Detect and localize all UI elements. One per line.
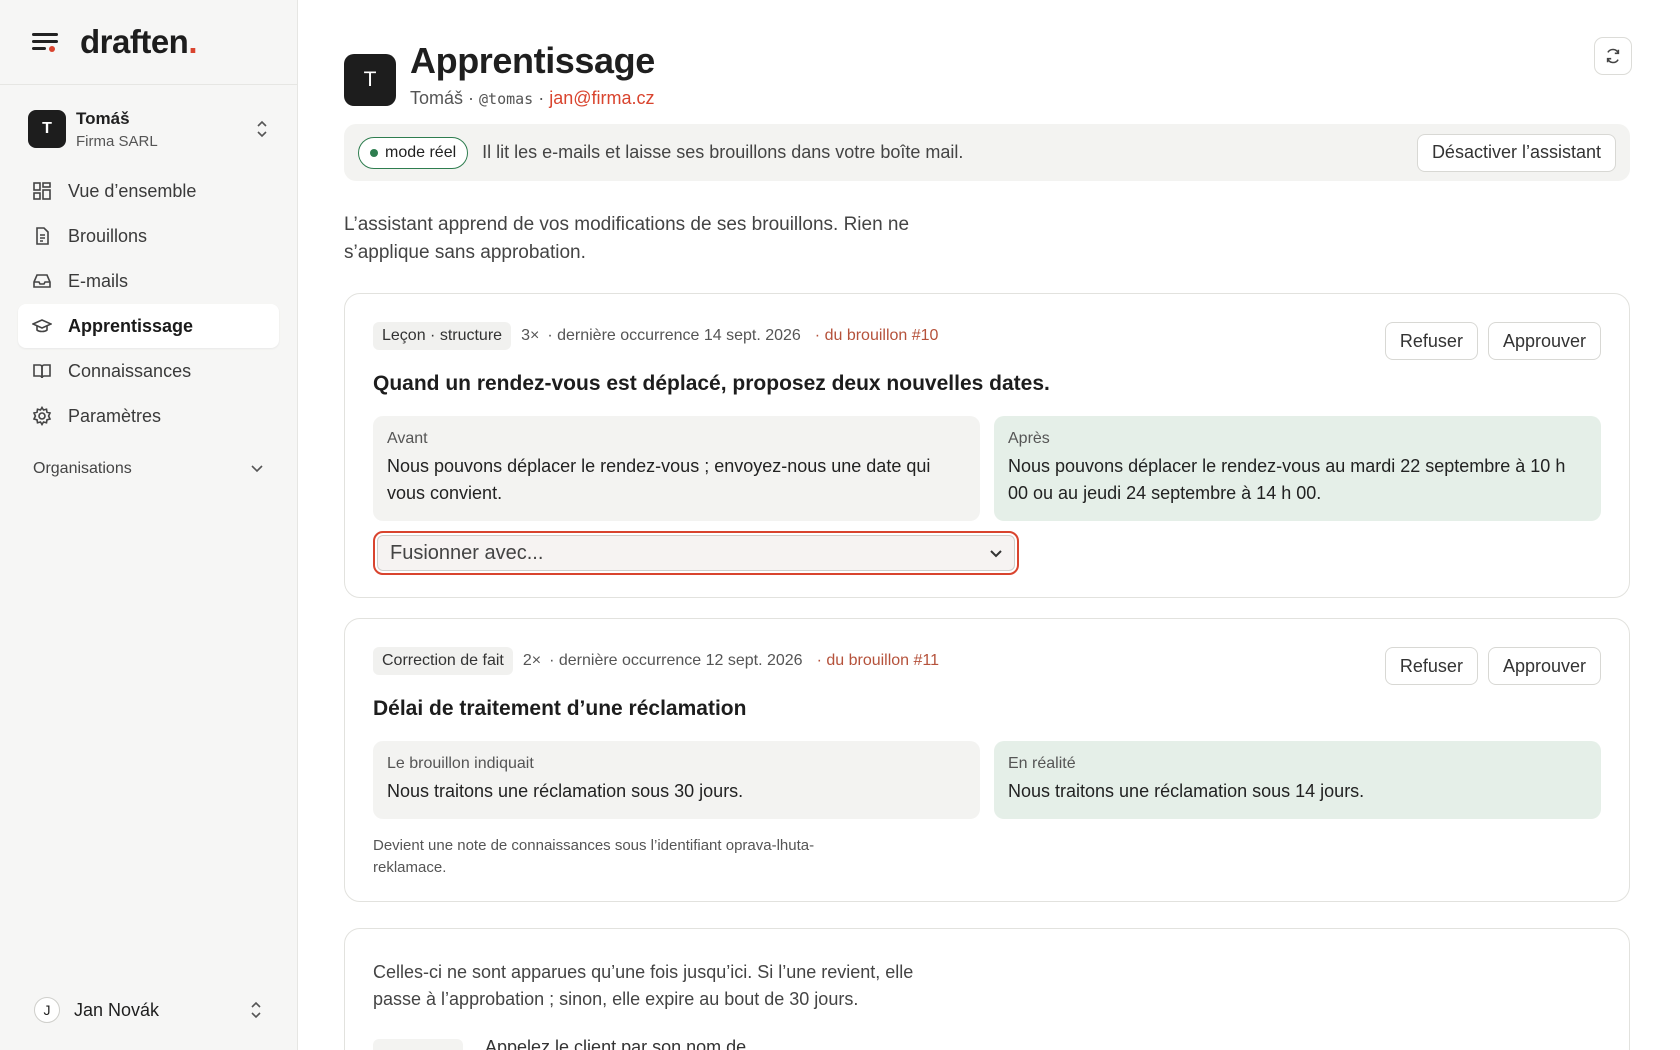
sidebar-item-learning[interactable]: Apprentissage — [18, 304, 279, 348]
merge-select-focus-ring: Fusionner avec... — [373, 531, 1019, 575]
lesson-title: Quand un rendez-vous est déplacé, propos… — [373, 372, 1050, 395]
refresh-icon — [1606, 48, 1620, 64]
lesson-tag: Leçon · structure — [373, 322, 512, 350]
mode-banner: mode réel Il lit les e-mails et laisse s… — [344, 124, 1630, 181]
logo[interactable]: draften. — [80, 23, 197, 61]
before-box: Le brouillon indiquait Nous traitons une… — [373, 741, 980, 819]
chevron-down-icon — [990, 546, 1002, 561]
reject-button[interactable]: Refuser — [1384, 647, 1478, 685]
account-name: Tomáš — [76, 108, 130, 128]
status-badge: mode réel — [358, 136, 469, 169]
graduation-cap-icon — [32, 316, 52, 336]
source-draft-link[interactable]: · du brouillon #11 — [817, 652, 939, 670]
chevron-down-icon — [251, 460, 263, 478]
account-org: Firma SARL — [76, 132, 158, 150]
chevron-updown-icon — [255, 119, 269, 139]
sidebar-nav: Vue d’ensemble Brouillons E-mails Appren… — [0, 169, 297, 438]
mode-description: Il lit les e-mails et laisse ses brouill… — [482, 142, 964, 162]
document-icon — [32, 226, 52, 246]
organisations-toggle[interactable]: Organisations — [0, 460, 297, 478]
lesson-title: Délai de traitement d’une réclamation — [373, 697, 747, 720]
app-root: draften. T Tomáš Firma SARL Vue d’ensemb… — [0, 0, 1680, 1050]
status-dot-icon — [370, 148, 378, 157]
lesson-card: Leçon · structure 3× · dernière occurren… — [344, 293, 1630, 598]
lesson-tag: Correction de fait — [373, 647, 513, 675]
merge-select[interactable]: Fusionner avec... — [377, 535, 1015, 571]
source-draft-link[interactable]: · du brouillon #10 — [815, 327, 939, 345]
knowledge-note: Devient une note de connaissances sous l… — [373, 837, 815, 876]
intro-text: L’assistant apprend de vos modifications… — [344, 214, 910, 263]
brand-bar: draften. — [0, 0, 297, 85]
page-header: T Apprentissage Tomáš · @tomas · jan@fir… — [344, 40, 1680, 109]
refresh-button[interactable] — [1594, 37, 1632, 75]
approve-button[interactable]: Approuver — [1487, 647, 1601, 685]
after-box: Après Nous pouvons déplacer le rendez-vo… — [994, 416, 1601, 521]
sidebar-item-emails[interactable]: E-mails — [18, 259, 279, 303]
list-item: Appelez le client par son nom de — [373, 1037, 1601, 1050]
sidebar-item-settings[interactable]: Paramètres — [18, 394, 279, 438]
pending-tag — [373, 1038, 463, 1050]
pending-card: Celles-ci ne sont apparues qu’une fois j… — [344, 928, 1630, 1050]
gear-icon — [32, 406, 52, 426]
user-menu[interactable]: J Jan Novák — [34, 990, 263, 1030]
account-avatar: T — [28, 110, 66, 148]
page-title: Apprentissage — [410, 40, 655, 81]
book-icon — [32, 361, 52, 381]
chevron-updown-icon — [249, 1000, 263, 1020]
lesson-card: Correction de fait 2× · dernière occurre… — [344, 618, 1630, 902]
user-name: Jan Novák — [74, 999, 160, 1020]
grid-icon — [32, 181, 52, 201]
profile-email-link[interactable]: jan@firma.cz — [549, 88, 654, 108]
sidebar-item-overview[interactable]: Vue d’ensemble — [18, 169, 279, 213]
profile-avatar: T — [344, 53, 396, 106]
user-avatar: J — [34, 997, 60, 1023]
sidebar-item-drafts[interactable]: Brouillons — [18, 214, 279, 258]
account-switcher[interactable]: T Tomáš Firma SARL — [0, 93, 297, 165]
after-box: En réalité Nous traitons une réclamation… — [994, 741, 1601, 819]
profile-line: Tomáš · @tomas · jan@firma.cz — [410, 88, 655, 108]
deactivate-assistant-button[interactable]: Désactiver l’assistant — [1416, 133, 1616, 172]
sidebar-item-knowledge[interactable]: Connaissances — [18, 349, 279, 393]
comparison: Avant Nous pouvons déplacer le rendez-vo… — [373, 416, 1601, 521]
before-box: Avant Nous pouvons déplacer le rendez-vo… — [373, 416, 980, 521]
reject-button[interactable]: Refuser — [1384, 322, 1478, 360]
comparison: Le brouillon indiquait Nous traitons une… — [373, 741, 1601, 819]
pending-description: Celles-ci ne sont apparues qu’une fois j… — [373, 962, 914, 1009]
approve-button[interactable]: Approuver — [1487, 322, 1601, 360]
sidebar: draften. T Tomáš Firma SARL Vue d’ensemb… — [0, 0, 298, 1050]
main-content: T Apprentissage Tomáš · @tomas · jan@fir… — [298, 0, 1680, 1050]
menu-icon[interactable] — [32, 32, 58, 52]
inbox-icon — [32, 271, 52, 291]
